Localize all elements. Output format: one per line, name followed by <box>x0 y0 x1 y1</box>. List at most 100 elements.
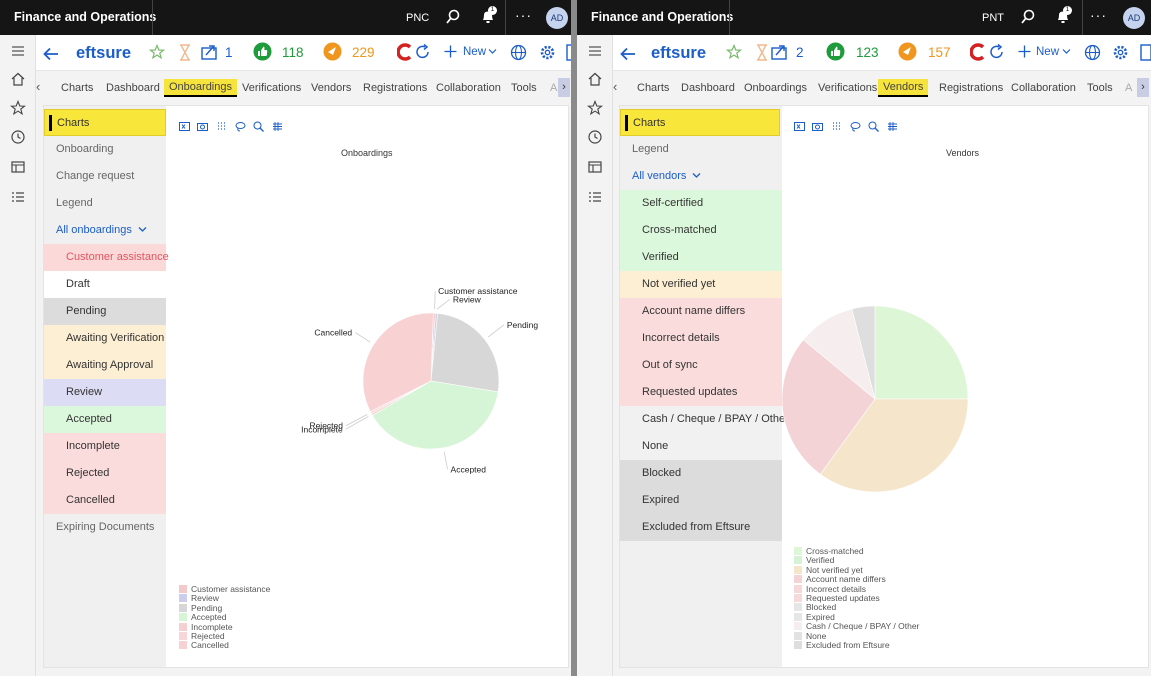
status-rejected[interactable]: Rejected <box>44 460 166 487</box>
globe-icon[interactable] <box>1084 44 1101 61</box>
nav-charts[interactable]: Charts <box>44 109 166 136</box>
status-pending[interactable]: Pending <box>44 298 166 325</box>
plus-icon[interactable] <box>1018 45 1031 58</box>
status-cross-matched[interactable]: Cross-matched <box>620 217 782 244</box>
tab-more[interactable]: A <box>1125 82 1132 94</box>
thumbs-up-icon[interactable] <box>253 42 272 61</box>
status-none[interactable]: None <box>620 433 782 460</box>
hourglass-icon[interactable] <box>755 44 769 61</box>
workspace-icon[interactable] <box>10 159 26 175</box>
tab-more[interactable]: A <box>550 82 557 94</box>
status-cash-cheque-bpay-other[interactable]: Cash / Cheque / BPAY / Other <box>620 406 789 433</box>
pending-icon[interactable] <box>898 42 917 61</box>
company-selector[interactable]: PNC <box>406 12 429 24</box>
tab-registrations[interactable]: Registrations <box>939 82 1003 94</box>
recent-icon[interactable] <box>10 129 26 145</box>
gear-icon[interactable] <box>1112 44 1129 61</box>
tab-collaboration[interactable]: Collaboration <box>436 82 501 94</box>
status-blocked[interactable]: Blocked <box>620 460 782 487</box>
search-icon[interactable] <box>445 9 461 25</box>
tab-tools[interactable]: Tools <box>511 82 537 94</box>
more-icon[interactable]: ··· <box>1090 7 1107 23</box>
tab-dashboard[interactable]: Dashboard <box>106 82 160 94</box>
status-customer-assistance[interactable]: Customer assistance <box>44 244 169 271</box>
workspace-icon[interactable] <box>587 159 603 175</box>
share-icon[interactable] <box>200 43 220 61</box>
app-title[interactable]: Finance and Operations <box>14 10 156 24</box>
status-excluded-from-eftsure[interactable]: Excluded from Eftsure <box>620 514 782 541</box>
status-self-certified[interactable]: Self-certified <box>620 190 782 217</box>
status-awaiting-verification[interactable]: Awaiting Verification <box>44 325 166 352</box>
company-selector[interactable]: PNT <box>982 12 1004 24</box>
chevron-down-icon[interactable] <box>488 48 497 55</box>
status-draft[interactable]: Draft <box>44 271 166 298</box>
tabs-scroll-right[interactable]: › <box>558 78 570 97</box>
camera-icon[interactable] <box>812 121 823 132</box>
reset-icon[interactable] <box>887 121 898 132</box>
filter-dropdown[interactable]: All onboardings <box>44 217 166 244</box>
status-account-name-differs[interactable]: Account name differs <box>620 298 782 325</box>
panel-icon[interactable] <box>1140 44 1151 61</box>
home-icon[interactable] <box>587 71 603 87</box>
status-incomplete[interactable]: Incomplete <box>44 433 166 460</box>
vendors-pie-chart[interactable] <box>782 306 1150 516</box>
onboardings-pie-chart[interactable]: Customer assistanceReviewPendingAccepted… <box>166 256 570 526</box>
select-icon[interactable] <box>216 121 227 132</box>
tab-onboardings[interactable]: Onboardings <box>744 82 807 94</box>
tab-registrations[interactable]: Registrations <box>363 82 427 94</box>
search-icon[interactable] <box>1020 9 1036 25</box>
status-out-of-sync[interactable]: Out of sync <box>620 352 782 379</box>
nav-legend[interactable]: Legend <box>44 190 166 217</box>
gear-icon[interactable] <box>539 44 556 61</box>
select-icon[interactable] <box>831 121 842 132</box>
tabs-scroll-right[interactable]: › <box>1137 78 1149 97</box>
chevron-down-icon[interactable] <box>1062 48 1071 55</box>
blocked-icon[interactable] <box>397 43 413 61</box>
tab-charts[interactable]: Charts <box>61 82 93 94</box>
tab-vendors[interactable]: Vendors <box>878 79 929 97</box>
tab-onboardings[interactable]: Onboardings <box>164 79 237 97</box>
nav-legend[interactable]: Legend <box>620 136 782 163</box>
recent-icon[interactable] <box>587 129 603 145</box>
excel-icon[interactable] <box>179 121 190 132</box>
home-icon[interactable] <box>10 71 26 87</box>
status-accepted[interactable]: Accepted <box>44 406 166 433</box>
hamburger-icon[interactable] <box>587 43 603 59</box>
camera-icon[interactable] <box>197 121 208 132</box>
tab-verifications[interactable]: Verifications <box>818 82 877 94</box>
tab-tools[interactable]: Tools <box>1087 82 1113 94</box>
status-requested-updates[interactable]: Requested updates <box>620 379 782 406</box>
blocked-icon[interactable] <box>970 43 986 61</box>
modules-icon[interactable] <box>10 189 26 205</box>
zoom-icon[interactable] <box>868 121 879 132</box>
more-icon[interactable]: ··· <box>515 7 532 23</box>
tab-verifications[interactable]: Verifications <box>242 82 301 94</box>
pie-slice-pending[interactable] <box>430 312 500 393</box>
reset-icon[interactable] <box>272 121 283 132</box>
tab-dashboard[interactable]: Dashboard <box>681 82 735 94</box>
filter-dropdown[interactable]: All vendors <box>620 163 782 190</box>
hourglass-icon[interactable] <box>178 44 192 61</box>
share-icon[interactable] <box>770 43 790 61</box>
tab-collaboration[interactable]: Collaboration <box>1011 82 1076 94</box>
tab-charts[interactable]: Charts <box>637 82 669 94</box>
tab-vendors[interactable]: Vendors <box>311 82 351 94</box>
refresh-icon[interactable] <box>988 43 1006 61</box>
star-icon[interactable] <box>10 100 26 116</box>
back-arrow-icon[interactable] <box>42 46 60 62</box>
lasso-icon[interactable] <box>235 121 246 132</box>
status-incorrect-details[interactable]: Incorrect details <box>620 325 782 352</box>
refresh-icon[interactable] <box>414 43 432 61</box>
status-expired[interactable]: Expired <box>620 487 782 514</box>
lasso-icon[interactable] <box>850 121 861 132</box>
status-not-verified-yet[interactable]: Not verified yet <box>620 271 782 298</box>
app-title[interactable]: Finance and Operations <box>591 10 733 24</box>
nav-change-request[interactable]: Change request <box>44 163 166 190</box>
back-arrow-icon[interactable] <box>619 46 637 62</box>
nav-expiring-documents[interactable]: Expiring Documents <box>44 514 166 541</box>
tabs-scroll-left[interactable]: ‹ <box>613 79 617 94</box>
hamburger-icon[interactable] <box>10 43 26 59</box>
favorite-star-icon[interactable] <box>149 44 165 60</box>
plus-icon[interactable] <box>444 45 457 58</box>
status-cancelled[interactable]: Cancelled <box>44 487 166 514</box>
